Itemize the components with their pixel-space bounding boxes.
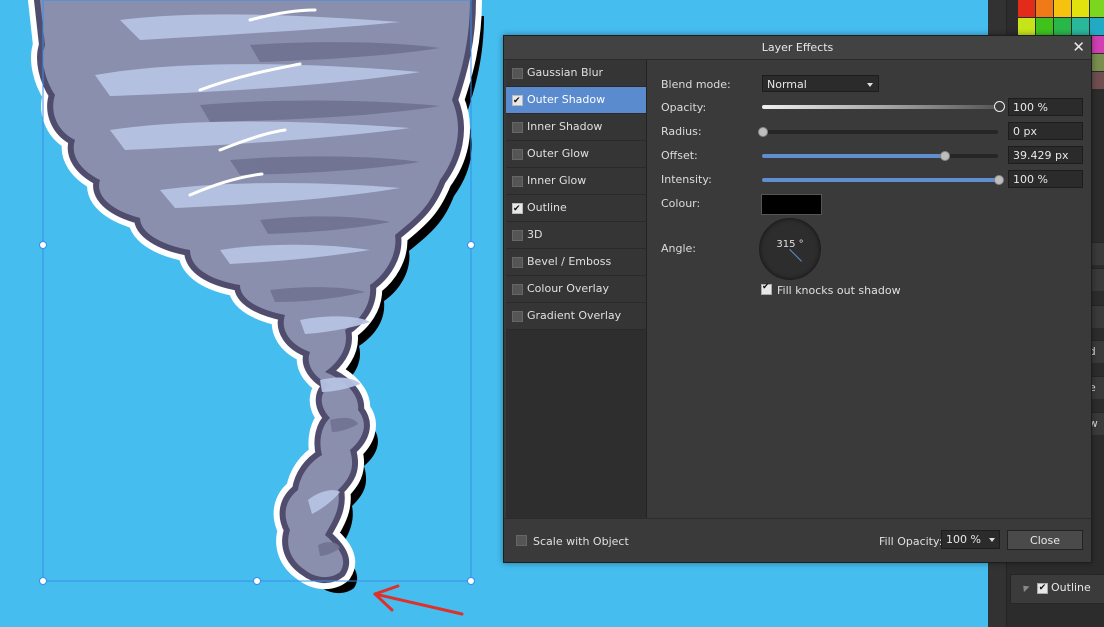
dialog-title: Layer Effects xyxy=(761,41,834,54)
effect-label: Outer Glow xyxy=(527,147,590,160)
scale-with-object-checkbox[interactable]: Scale with Object xyxy=(516,535,629,548)
slider-thumb[interactable] xyxy=(758,127,768,137)
fill-opacity-label: Fill Opacity: xyxy=(879,535,943,548)
angle-dial[interactable]: 315 ° xyxy=(759,218,821,280)
effect-outer-glow[interactable]: Outer Glow xyxy=(506,141,646,168)
radius-slider[interactable] xyxy=(758,127,998,137)
effect-label: Gaussian Blur xyxy=(527,66,604,79)
slider-thumb[interactable] xyxy=(994,101,1005,112)
opacity-label: Opacity: xyxy=(661,101,707,114)
colour-label: Colour: xyxy=(661,197,701,210)
opacity-field[interactable]: 100 % xyxy=(1008,98,1083,116)
angle-label: Angle: xyxy=(661,242,697,255)
effect-checkbox[interactable] xyxy=(512,196,523,222)
scale-with-object-label: Scale with Object xyxy=(533,535,629,548)
layer-effects-dialog: Layer Effects ✕ Gaussian Blur Outer Shad… xyxy=(503,35,1092,563)
effect-gaussian-blur[interactable]: Gaussian Blur xyxy=(506,60,646,87)
effect-3d[interactable]: 3D xyxy=(506,222,646,249)
fill-opacity-dropdown[interactable]: 100 % xyxy=(941,530,1000,549)
effect-label: Gradient Overlay xyxy=(527,309,622,322)
effect-outline[interactable]: Outline xyxy=(506,195,646,222)
effect-checkbox[interactable] xyxy=(512,88,523,114)
checkbox-checked-icon[interactable] xyxy=(761,282,772,295)
offset-field[interactable]: 39.429 px xyxy=(1008,146,1083,164)
effect-checkbox[interactable] xyxy=(512,230,523,241)
effects-list: Gaussian Blur Outer Shadow Inner Shadow … xyxy=(506,60,647,518)
blend-mode-label: Blend mode: xyxy=(661,78,731,91)
annotation-arrow xyxy=(373,584,464,616)
effect-inner-shadow[interactable]: Inner Shadow xyxy=(506,114,646,141)
effect-checkbox[interactable] xyxy=(512,176,523,187)
fill-knocks-label: Fill knocks out shadow xyxy=(777,284,901,297)
expand-triangle-icon[interactable] xyxy=(1020,582,1030,593)
effect-checkbox[interactable] xyxy=(512,311,523,322)
outline-label: Outline xyxy=(1051,581,1091,594)
intensity-slider[interactable] xyxy=(762,175,1004,185)
effect-gradient-overlay[interactable]: Gradient Overlay xyxy=(506,303,646,330)
effect-inner-glow[interactable]: Inner Glow xyxy=(506,168,646,195)
effect-checkbox[interactable] xyxy=(512,284,523,295)
effect-outer-shadow[interactable]: Outer Shadow xyxy=(506,87,646,114)
intensity-label: Intensity: xyxy=(661,173,712,186)
chevron-down-icon xyxy=(867,83,873,87)
angle-needle xyxy=(789,249,803,262)
effect-label: Colour Overlay xyxy=(527,282,609,295)
effect-colour-overlay[interactable]: Colour Overlay xyxy=(506,276,646,303)
slider-thumb[interactable] xyxy=(939,151,950,161)
opacity-slider[interactable] xyxy=(762,101,1005,112)
radius-label: Radius: xyxy=(661,125,702,138)
colour-swatch[interactable] xyxy=(761,194,822,215)
effect-label: Inner Glow xyxy=(527,174,587,187)
offset-slider[interactable] xyxy=(762,151,998,161)
checkbox-unchecked-icon[interactable] xyxy=(516,535,527,546)
dock-outline-effect-row[interactable]: ✔ Outline xyxy=(1010,574,1104,604)
fill-opacity-value: 100 % xyxy=(946,533,981,546)
effect-label: Inner Shadow xyxy=(527,120,603,133)
intensity-field[interactable]: 100 % xyxy=(1008,170,1083,188)
effect-checkbox[interactable] xyxy=(512,122,523,133)
chevron-down-icon xyxy=(989,538,995,542)
slider-fill xyxy=(762,154,944,158)
close-icon[interactable]: ✕ xyxy=(1072,38,1085,56)
dialog-footer: Scale with Object Fill Opacity: 100 % Cl… xyxy=(504,518,1091,563)
effect-checkbox[interactable] xyxy=(512,68,523,79)
effect-label: Outline xyxy=(527,201,567,214)
effect-checkbox[interactable] xyxy=(512,149,523,160)
effect-label: Outer Shadow xyxy=(527,93,606,106)
offset-label: Offset: xyxy=(661,149,698,162)
blend-mode-value: Normal xyxy=(767,78,807,91)
outline-checkbox[interactable]: ✔ xyxy=(1037,583,1048,594)
close-button[interactable]: Close xyxy=(1007,530,1083,550)
effect-label: 3D xyxy=(527,228,543,241)
effect-label: Bevel / Emboss xyxy=(527,255,612,268)
slider-thumb[interactable] xyxy=(994,175,1004,185)
effect-bevel-emboss[interactable]: Bevel / Emboss xyxy=(506,249,646,276)
radius-field[interactable]: 0 px xyxy=(1008,122,1083,140)
fill-knocks-out-shadow-checkbox[interactable]: Fill knocks out shadow xyxy=(761,282,901,297)
dialog-titlebar[interactable]: Layer Effects ✕ xyxy=(504,36,1091,60)
blend-mode-dropdown[interactable]: Normal xyxy=(762,75,879,92)
slider-fill xyxy=(762,178,998,182)
effect-checkbox[interactable] xyxy=(512,257,523,268)
